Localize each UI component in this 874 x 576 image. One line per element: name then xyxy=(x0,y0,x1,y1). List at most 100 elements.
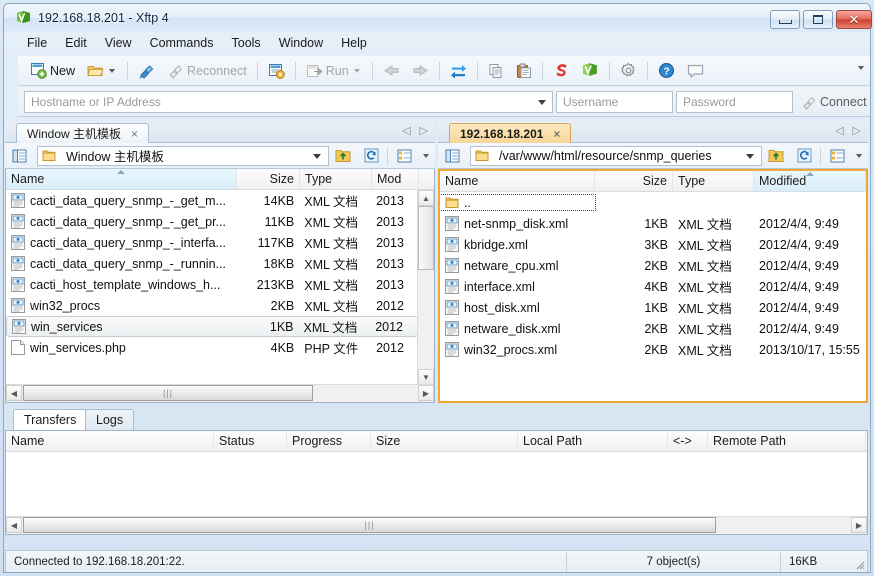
menu-commands[interactable]: Commands xyxy=(141,34,223,52)
remote-tab[interactable]: 192.168.18.201 × xyxy=(449,123,572,143)
maximize-button[interactable] xyxy=(803,10,833,29)
table-row[interactable]: netware_cpu.xml 2KB XML 文档 2012/4/4, 9:4… xyxy=(440,255,866,276)
local-vscroll-thumb[interactable] xyxy=(418,206,434,270)
table-row[interactable]: win_services.php 4KB PHP 文件 2012 xyxy=(6,337,418,358)
table-row[interactable]: win32_procs.xml 2KB XML 文档 2013/10/17, 1… xyxy=(440,339,866,360)
password-input[interactable]: Password xyxy=(676,90,793,113)
remote-path-input[interactable]: /var/www/html/resource/snmp_queries xyxy=(470,145,762,166)
run-dropdown-arrow[interactable] xyxy=(353,68,360,73)
table-row[interactable]: host_disk.xml 1KB XML 文档 2012/4/4, 9:49 xyxy=(440,297,866,318)
local-col-modified[interactable]: Mod xyxy=(372,169,419,189)
remote-tab-prev-icon[interactable]: ◁ xyxy=(835,124,843,137)
table-row[interactable]: cacti_data_query_snmp_-_get_m... 14KB XM… xyxy=(6,190,418,211)
remote-col-modified[interactable]: Modified xyxy=(754,171,866,191)
remote-col-type[interactable]: Type xyxy=(673,171,754,191)
remote-col-size[interactable]: Size xyxy=(595,171,673,191)
close-button[interactable]: ✕ xyxy=(836,10,872,29)
chat-button[interactable] xyxy=(682,58,709,84)
table-row[interactable]: cacti_data_query_snmp_-_get_pr... 11KB X… xyxy=(6,211,418,232)
table-row[interactable]: kbridge.xml 3KB XML 文档 2012/4/4, 9:49 xyxy=(440,234,866,255)
menu-view[interactable]: View xyxy=(96,34,141,52)
minimize-button[interactable] xyxy=(770,10,800,29)
transfer-col-status[interactable]: Status xyxy=(214,431,287,451)
remote-view-mode-button[interactable] xyxy=(825,145,849,167)
transfer-col-remote-path[interactable]: Remote Path xyxy=(708,431,866,451)
xshell-button[interactable] xyxy=(548,58,575,84)
local-tab-next-icon[interactable]: ▷ xyxy=(420,124,428,137)
remote-col-name[interactable]: Name xyxy=(440,171,595,191)
table-row[interactable]: interface.xml 4KB XML 文档 2012/4/4, 9:49 xyxy=(440,276,866,297)
transfer-col-size[interactable]: Size xyxy=(371,431,518,451)
local-view-mode-button[interactable] xyxy=(392,145,416,167)
host-dropdown-arrow[interactable] xyxy=(538,99,546,105)
table-row[interactable]: cacti_data_query_snmp_-_runnin... 18KB X… xyxy=(6,253,418,274)
table-row[interactable]: cacti_data_query_snmp_-_interfa... 117KB… xyxy=(6,232,418,253)
local-scroll-up-button[interactable]: ▲ xyxy=(418,190,434,206)
open-session-dropdown-arrow[interactable] xyxy=(109,68,116,73)
tab-transfers[interactable]: Transfers xyxy=(13,409,88,430)
table-row[interactable]: .. xyxy=(440,192,866,213)
transfer-col-local-path[interactable]: Local Path xyxy=(518,431,668,451)
local-col-type[interactable]: Type xyxy=(300,169,372,189)
local-horizontal-scrollbar[interactable]: ◀ ||| ▶ xyxy=(6,384,434,402)
connect-button[interactable] xyxy=(133,58,160,84)
table-row[interactable]: netware_disk.xml 2KB XML 文档 2012/4/4, 9:… xyxy=(440,318,866,339)
local-path-input[interactable]: Window 主机模板 xyxy=(37,145,329,166)
forward-button[interactable] xyxy=(407,58,434,84)
back-button[interactable] xyxy=(378,58,405,84)
tab-logs[interactable]: Logs xyxy=(85,409,135,430)
local-tab[interactable]: Window 主机模板 × xyxy=(16,123,150,143)
run-button[interactable]: Run xyxy=(301,58,367,84)
transfer-hscroll-thumb[interactable]: ||| xyxy=(23,517,716,533)
local-scroll-right-button[interactable]: ▶ xyxy=(418,385,434,401)
remote-refresh-button[interactable] xyxy=(792,145,816,167)
menu-file[interactable]: File xyxy=(18,34,56,52)
copy-button[interactable] xyxy=(483,58,509,84)
help-button[interactable]: ? xyxy=(653,58,680,84)
table-row[interactable]: win_services 1KB XML 文档 2012 xyxy=(6,316,418,337)
local-folder-tree-toggle[interactable] xyxy=(7,145,31,167)
transfer-horizontal-scrollbar[interactable]: ◀ ||| ▶ xyxy=(6,516,867,534)
transfer-col-name[interactable]: Name xyxy=(6,431,214,451)
local-col-size[interactable]: Size xyxy=(237,169,300,189)
new-session-button[interactable]: New xyxy=(25,58,80,84)
xftp-button[interactable] xyxy=(577,58,604,84)
transfer-scroll-right-button[interactable]: ▶ xyxy=(851,517,867,533)
local-hscroll-thumb[interactable]: ||| xyxy=(23,385,313,401)
menu-edit[interactable]: Edit xyxy=(56,34,96,52)
menu-window[interactable]: Window xyxy=(270,34,332,52)
local-scroll-left-button[interactable]: ◀ xyxy=(6,385,22,401)
menu-tools[interactable]: Tools xyxy=(223,34,270,52)
remote-folder-tree-toggle[interactable] xyxy=(440,145,464,167)
remote-tab-close-icon[interactable]: × xyxy=(553,128,560,140)
local-col-name[interactable]: Name xyxy=(6,169,237,189)
transfer-col-progress[interactable]: Progress xyxy=(287,431,371,451)
local-scroll-down-button[interactable]: ▼ xyxy=(418,369,434,385)
table-row[interactable]: win32_procs 2KB XML 文档 2012 xyxy=(6,295,418,316)
local-vertical-scrollbar[interactable]: ▲ ▼ xyxy=(417,190,434,385)
menu-help[interactable]: Help xyxy=(332,34,376,52)
local-tab-close-icon[interactable]: × xyxy=(131,128,138,140)
transfer-scroll-left-button[interactable]: ◀ xyxy=(6,517,22,533)
open-session-button[interactable] xyxy=(82,58,122,84)
host-input[interactable]: Hostname or IP Address xyxy=(24,90,553,113)
table-row[interactable]: net-snmp_disk.xml 1KB XML 文档 2012/4/4, 9… xyxy=(440,213,866,234)
local-path-dropdown-arrow[interactable] xyxy=(313,153,321,159)
remote-tab-next-icon[interactable]: ▷ xyxy=(853,124,861,137)
table-row[interactable]: cacti_host_template_windows_h... 213KB X… xyxy=(6,274,418,295)
connect-bar-button[interactable]: Connect xyxy=(801,94,867,110)
local-refresh-button[interactable] xyxy=(359,145,383,167)
toolbar-overflow-button[interactable] xyxy=(858,66,864,70)
remote-up-button[interactable] xyxy=(764,145,788,167)
local-view-mode-arrow[interactable] xyxy=(423,153,429,158)
username-input[interactable]: Username xyxy=(556,90,673,113)
remote-view-mode-arrow[interactable] xyxy=(856,153,862,158)
options-button[interactable] xyxy=(615,58,642,84)
paste-button[interactable] xyxy=(511,58,537,84)
local-up-button[interactable] xyxy=(331,145,355,167)
local-tab-prev-icon[interactable]: ◁ xyxy=(402,124,410,137)
resize-grip-icon[interactable] xyxy=(853,558,865,570)
synchronize-browsing-button[interactable] xyxy=(445,58,472,84)
reconnect-button[interactable]: Reconnect xyxy=(162,58,252,84)
transfer-window-button[interactable] xyxy=(263,58,290,84)
